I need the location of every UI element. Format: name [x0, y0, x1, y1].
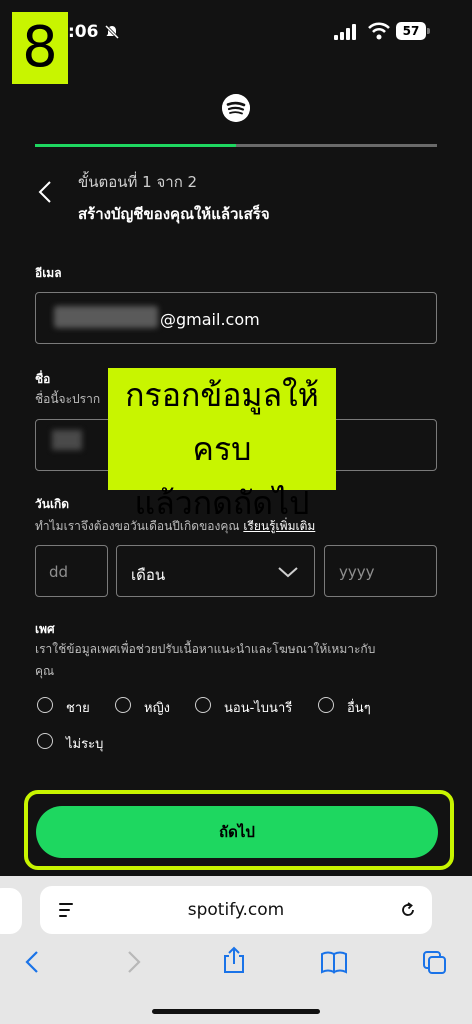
birth-month-value: เดือน	[131, 566, 166, 584]
name-hint: ชื่อนี้จะปราก	[35, 392, 101, 406]
birth-day-placeholder: dd	[49, 563, 69, 581]
home-indicator	[152, 1009, 320, 1014]
bookmarks-icon[interactable]	[320, 950, 348, 974]
battery-indicator: 57	[396, 22, 426, 40]
step-number-badge: 8	[12, 12, 68, 84]
instruction-overlay: กรอกข้อมูลให้ครบ แล้วกดถัดไป	[108, 368, 336, 522]
birth-year-placeholder: yyyy	[339, 563, 375, 581]
gender-hint-line2: คุณ	[35, 664, 55, 678]
progress-fill	[35, 144, 236, 147]
cellular-signal-icon	[334, 24, 356, 40]
gender-label: เพศ	[35, 622, 55, 636]
url-text: spotify.com	[187, 900, 285, 920]
gender-hint-line1: เราใช้ข้อมูลเพศเพื่อช่วยปรับเนื้อหาแนะนำ…	[35, 642, 376, 656]
gender-radio-female[interactable]	[115, 697, 131, 713]
name-label: ชื่อ	[35, 372, 51, 386]
gender-option-nonbinary[interactable]: นอน-ไบนารี	[224, 697, 292, 718]
gender-radio-nonbinary[interactable]	[195, 697, 211, 713]
gender-radio-other[interactable]	[318, 697, 334, 713]
address-bar[interactable]: spotify.com	[40, 886, 432, 934]
gender-option-male[interactable]: ชาย	[66, 697, 90, 718]
email-label: อีเมล	[35, 266, 62, 280]
browser-forward-icon[interactable]	[124, 950, 144, 974]
share-icon[interactable]	[222, 946, 246, 974]
gender-option-female[interactable]: หญิง	[144, 697, 170, 718]
page-title: สร้างบัญชีของคุณให้แล้วเสร็จ	[78, 205, 270, 223]
email-redacted-part	[54, 306, 158, 328]
birth-month-select[interactable]: เดือน	[116, 545, 315, 597]
instruction-line2: แล้วกดถัดไป	[134, 484, 310, 522]
birthday-label: วันเกิด	[35, 497, 70, 511]
chevron-down-icon	[278, 567, 298, 578]
email-value: @gmail.com	[160, 310, 260, 329]
birth-day-input[interactable]: dd	[35, 545, 108, 597]
tabs-icon[interactable]	[422, 950, 448, 976]
birth-year-input[interactable]: yyyy	[324, 545, 437, 597]
bell-muted-icon	[104, 24, 120, 40]
wifi-icon	[368, 22, 390, 40]
status-time: :06	[68, 22, 99, 42]
spotify-logo-icon	[222, 94, 250, 122]
gender-radio-unspecified[interactable]	[37, 733, 53, 749]
gender-radio-male[interactable]	[37, 697, 53, 713]
browser-back-icon[interactable]	[22, 950, 42, 974]
battery-tip	[427, 28, 430, 34]
next-button[interactable]: ถัดไป	[36, 806, 438, 858]
gender-option-unspecified[interactable]: ไม่ระบุ	[66, 733, 103, 754]
name-redacted-value	[52, 430, 82, 450]
step-indicator: ขั้นตอนที่ 1 จาก 2	[78, 173, 198, 191]
reload-icon[interactable]	[398, 900, 418, 920]
instruction-line1: กรอกข้อมูลให้ครบ	[125, 376, 319, 468]
previous-tab-preview[interactable]	[0, 888, 22, 934]
gender-option-other[interactable]: อื่นๆ	[347, 697, 371, 718]
back-chevron-icon[interactable]	[38, 180, 52, 204]
signup-progress-bar	[35, 144, 437, 147]
